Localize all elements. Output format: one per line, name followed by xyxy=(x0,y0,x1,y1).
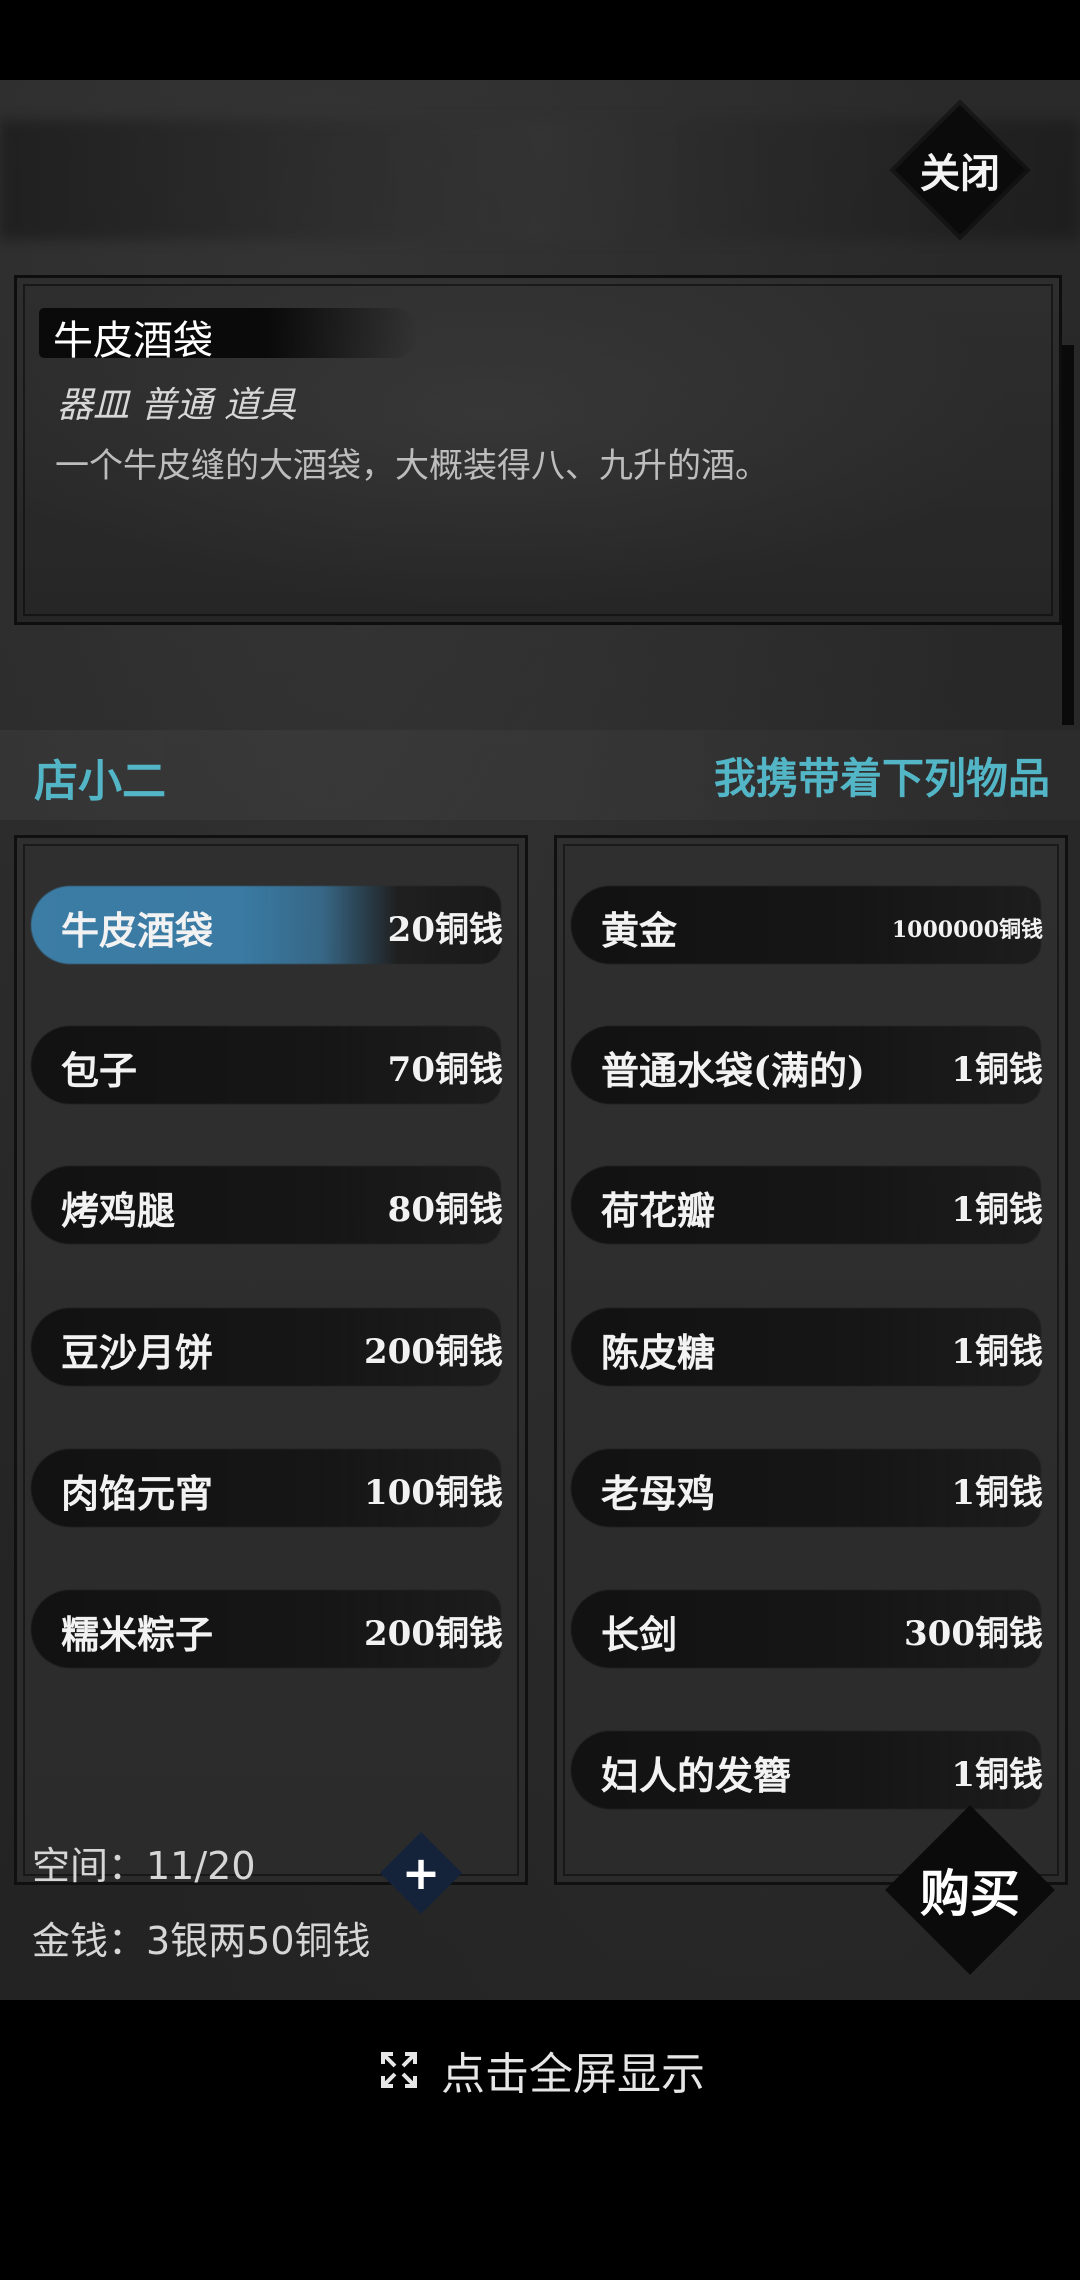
item-price: 70铜钱 xyxy=(387,1050,503,1090)
inventory-item[interactable]: 陈皮糖 1铜钱 xyxy=(571,1300,1053,1394)
item-label: 包子 xyxy=(61,1048,138,1093)
inventory-item[interactable]: 荷花瓣 1铜钱 xyxy=(571,1158,1053,1252)
item-price: 1铜钱 xyxy=(951,1332,1043,1372)
add-space-button[interactable]: + xyxy=(380,1832,462,1914)
item-label: 老母鸡 xyxy=(601,1471,716,1516)
fullscreen-hint[interactable]: 点击全屏显示 xyxy=(0,2000,1080,2140)
item-price: 1铜钱 xyxy=(951,1473,1043,1513)
close-button[interactable]: 关闭 xyxy=(898,108,1022,232)
item-type: 器皿 普通 道具 xyxy=(57,385,296,426)
item-price: 1铜钱 xyxy=(951,1190,1043,1230)
plus-icon: + xyxy=(401,1846,441,1900)
item-price: 100铜钱 xyxy=(364,1473,503,1513)
inventory-item[interactable]: 老母鸡 1铜钱 xyxy=(571,1441,1053,1535)
space-status: 空间：11/20 xyxy=(32,1844,256,1888)
shop-item-list: 牛皮酒袋 20铜钱 包子 70铜钱 烤鸡腿 80铜钱 豆沙月饼 200铜钱 肉馅… xyxy=(14,835,528,1885)
money-status: 金钱：3银两50铜钱 xyxy=(32,1919,371,1963)
item-label: 长剑 xyxy=(601,1612,678,1657)
inventory-item[interactable]: 普通水袋(满的) 1铜钱 xyxy=(571,1018,1053,1112)
expand-icon xyxy=(381,2052,417,2088)
shop-item[interactable]: 糯米粽子 200铜钱 xyxy=(31,1582,513,1676)
shop-heading: 店小二 xyxy=(34,756,166,807)
item-label: 豆沙月饼 xyxy=(61,1330,214,1375)
buy-button-label: 购买 xyxy=(920,1864,1020,1923)
item-price: 200铜钱 xyxy=(364,1614,503,1654)
item-description-panel: 牛皮酒袋 器皿 普通 道具 一个牛皮缝的大酒袋，大概装得八、九升的酒。 xyxy=(14,275,1062,625)
item-label: 糯米粽子 xyxy=(61,1612,214,1657)
close-button-label: 关闭 xyxy=(920,150,1000,197)
shop-item[interactable]: 豆沙月饼 200铜钱 xyxy=(31,1300,513,1394)
shop-item[interactable]: 肉馅元宵 100铜钱 xyxy=(31,1441,513,1535)
shop-item[interactable]: 包子 70铜钱 xyxy=(31,1018,513,1112)
buy-button[interactable]: 购买 xyxy=(880,1800,1060,1980)
status-bar xyxy=(0,0,1080,80)
item-price: 300铜钱 xyxy=(904,1614,1043,1654)
scroll-indicator xyxy=(1062,345,1074,725)
item-label: 黄金 xyxy=(601,908,678,953)
item-price: 20铜钱 xyxy=(387,910,503,950)
item-label: 牛皮酒袋 xyxy=(61,908,214,953)
item-label: 陈皮糖 xyxy=(601,1330,716,1375)
item-label: 肉馅元宵 xyxy=(61,1471,214,1516)
item-price: 1铜钱 xyxy=(951,1755,1043,1795)
inventory-item-list: 黄金 1000000铜钱 普通水袋(满的) 1铜钱 荷花瓣 1铜钱 陈皮糖 1铜… xyxy=(554,835,1068,1885)
item-label: 烤鸡腿 xyxy=(61,1188,176,1233)
item-price: 80铜钱 xyxy=(387,1190,503,1230)
fullscreen-label: 点击全屏显示 xyxy=(441,2049,705,2100)
item-label: 普通水袋(满的) xyxy=(601,1048,865,1093)
item-label: 荷花瓣 xyxy=(601,1188,716,1233)
shop-item[interactable]: 牛皮酒袋 20铜钱 xyxy=(31,878,513,972)
item-price: 1000000铜钱 xyxy=(891,917,1043,943)
shop-item[interactable]: 烤鸡腿 80铜钱 xyxy=(31,1158,513,1252)
item-name: 牛皮酒袋 xyxy=(53,318,213,364)
inventory-item[interactable]: 长剑 300铜钱 xyxy=(571,1582,1053,1676)
shop-screen: 关闭 牛皮酒袋 器皿 普通 道具 一个牛皮缝的大酒袋，大概装得八、九升的酒。 店… xyxy=(0,80,1080,2000)
item-label: 妇人的发簪 xyxy=(601,1753,792,1798)
item-price: 200铜钱 xyxy=(364,1332,503,1372)
item-description: 一个牛皮缝的大酒袋，大概装得八、九升的酒。 xyxy=(55,446,769,486)
inventory-heading: 我携带着下列物品 xyxy=(714,754,1051,803)
item-price: 1铜钱 xyxy=(951,1050,1043,1090)
inventory-item[interactable]: 黄金 1000000铜钱 xyxy=(571,878,1053,972)
